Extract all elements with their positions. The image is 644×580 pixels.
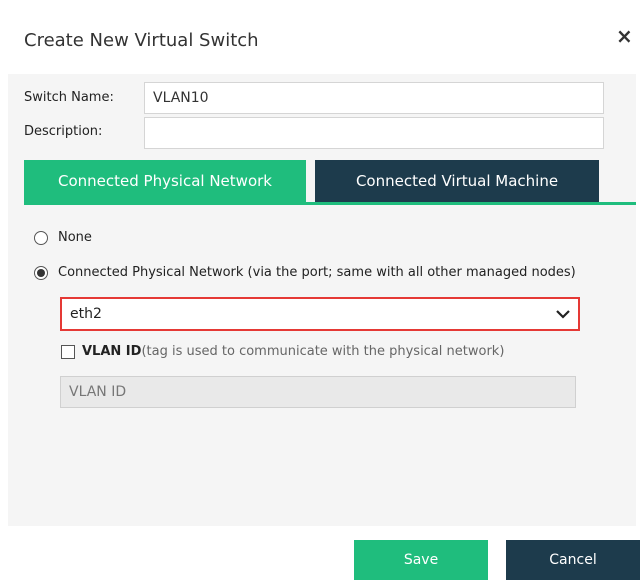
vlan-id-checkbox[interactable] xyxy=(61,345,75,359)
vlan-id-input[interactable]: VLAN ID xyxy=(60,376,576,408)
port-select-value: eth2 xyxy=(70,306,102,322)
description-input[interactable] xyxy=(144,117,604,149)
none-radio-label: None xyxy=(58,230,92,245)
tab-connected-physical-network[interactable]: Connected Physical Network xyxy=(24,160,306,202)
tab-connected-virtual-machine[interactable]: Connected Virtual Machine xyxy=(315,160,599,202)
switch-name-label: Switch Name: xyxy=(24,90,114,105)
chevron-down-icon xyxy=(556,310,570,319)
dialog-titlebar: Create New Virtual Switch × xyxy=(0,0,644,74)
vlan-id-hint: (tag is used to communicate with the phy… xyxy=(141,344,505,359)
create-virtual-switch-dialog: Create New Virtual Switch × Switch Name:… xyxy=(0,0,644,580)
port-select[interactable]: eth2 xyxy=(60,297,580,331)
close-icon[interactable]: × xyxy=(616,26,633,46)
dialog-title: Create New Virtual Switch xyxy=(24,30,259,51)
vlan-id-checkbox-label: VLAN ID(tag is used to communicate with … xyxy=(82,344,504,359)
save-button[interactable]: Save xyxy=(354,540,488,580)
physical-network-radio-label: Connected Physical Network (via the port… xyxy=(58,265,576,280)
switch-name-input[interactable] xyxy=(144,82,604,114)
vlan-id-label: VLAN ID xyxy=(82,344,142,359)
description-label: Description: xyxy=(24,124,103,139)
none-radio[interactable] xyxy=(34,231,48,245)
physical-network-radio[interactable] xyxy=(34,266,48,280)
cancel-button[interactable]: Cancel xyxy=(506,540,640,580)
